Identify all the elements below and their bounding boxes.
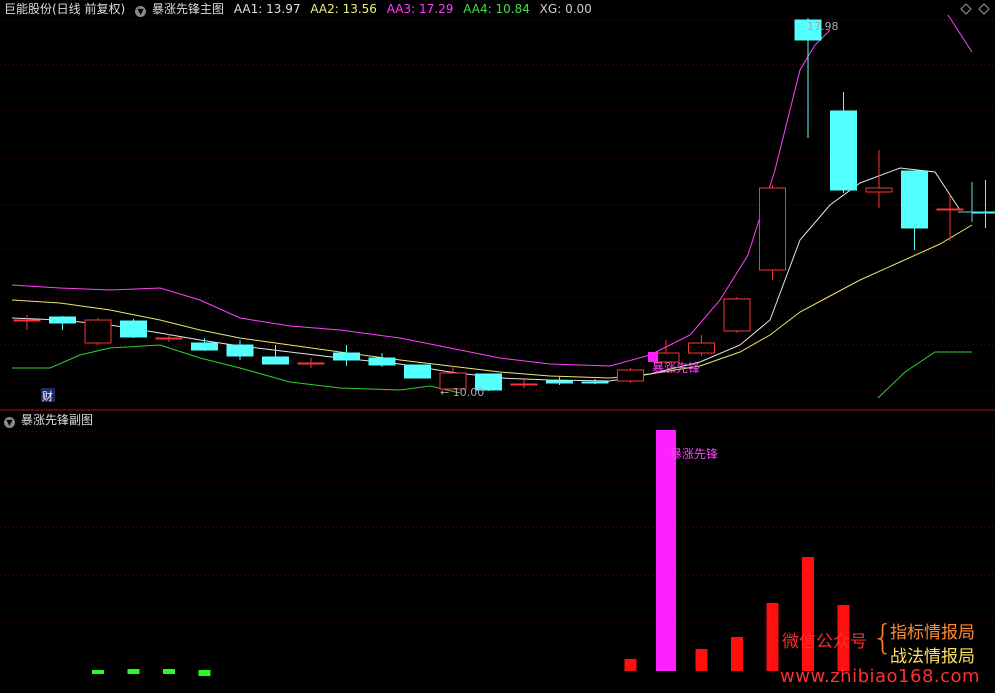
- aa3-readout: AA3: 17.29: [387, 2, 454, 16]
- aa2-value: 13.56: [342, 2, 377, 16]
- watermark-wechat: 微信公众号: [782, 632, 867, 652]
- chevron-down-icon[interactable]: ▼: [4, 417, 15, 428]
- low-price-label: ← 10.00: [440, 386, 484, 399]
- sub-indicator-name[interactable]: 暴涨先锋副图: [21, 413, 93, 427]
- aa4-line-right: [877, 351, 972, 399]
- candle-body: [936, 208, 964, 211]
- chevron-down-icon[interactable]: ▼: [135, 6, 147, 17]
- stock-title: 巨能股份(日线 前复权): [4, 2, 126, 16]
- histogram-bar: [163, 669, 175, 674]
- histogram-bar: [624, 659, 637, 671]
- diamond-icon-2[interactable]: [978, 3, 990, 15]
- main-header: 巨能股份(日线 前复权) ▼ 暴涨先锋主图 AA1: 13.97 AA2: 13.…: [4, 0, 598, 18]
- aa3-value: 17.29: [419, 2, 454, 16]
- histogram-bar: [731, 637, 743, 671]
- candle-body: [13, 319, 41, 322]
- main-grid: [0, 19, 995, 391]
- histogram-bar: [198, 670, 211, 676]
- candle-body: [49, 316, 76, 324]
- main-signal-label: 暴涨先锋: [652, 360, 700, 375]
- aa3-line: [11, 29, 831, 367]
- histogram-bar: [92, 670, 104, 674]
- aa3-label: AA3:: [386, 2, 416, 16]
- xg-readout: XG: 0.00: [540, 2, 592, 16]
- candle-body: [617, 369, 644, 382]
- diamond-icon[interactable]: [960, 3, 972, 15]
- aa1-readout: AA1: 13.97: [234, 2, 301, 16]
- histogram-bar: [695, 649, 708, 671]
- candle-body: [865, 187, 893, 193]
- candle-body: [830, 110, 857, 191]
- histogram-bar: [766, 603, 779, 671]
- candle-body: [404, 364, 431, 379]
- candle-body: [120, 320, 147, 338]
- watermark-line2: 战法情报局: [890, 647, 975, 667]
- candle-body: [297, 362, 325, 365]
- candle-body: [581, 381, 609, 384]
- histogram-bar: [127, 669, 140, 674]
- aa2-label: AA2:: [310, 2, 339, 16]
- sub-signal-label: 暴涨先锋: [670, 446, 718, 461]
- aa1-value: 13.97: [266, 2, 301, 16]
- sub-histogram: [92, 430, 850, 676]
- candle-body: [191, 342, 218, 351]
- aa2-line: [11, 224, 973, 379]
- histogram-bar: [802, 557, 814, 671]
- candle-body: [688, 342, 715, 354]
- aa3-line-tail: [947, 14, 973, 53]
- watermark-url[interactable]: www.zhibiao168.com: [780, 666, 980, 687]
- candle-body: [510, 383, 538, 386]
- high-price-label: 17.98: [807, 20, 839, 33]
- aa2-readout: AA2: 13.56: [310, 2, 377, 16]
- candle-body: [759, 187, 786, 271]
- main-indicator-name[interactable]: 暴涨先锋主图: [152, 2, 224, 16]
- candle-body: [226, 344, 254, 357]
- aa4-readout: AA4: 10.84: [463, 2, 530, 16]
- aa1-label: AA1:: [233, 2, 263, 16]
- histogram-bar: [656, 430, 676, 671]
- aa4-label: AA4:: [463, 2, 492, 16]
- candle-body: [333, 352, 360, 361]
- aa1-line: [11, 167, 961, 382]
- candle-body: [368, 357, 396, 366]
- candle-body: [155, 337, 183, 340]
- candle-body: [901, 170, 928, 229]
- candle-body: [262, 356, 289, 365]
- aa4-value: 10.84: [495, 2, 530, 16]
- watermark-line1: 指标情报局: [890, 623, 975, 643]
- candle-body: [84, 319, 112, 344]
- xg-label: XG:: [539, 2, 562, 16]
- candle-body: [723, 298, 751, 332]
- xg-value: 0.00: [565, 2, 592, 16]
- sub-grid: [0, 431, 995, 623]
- sub-header: ▼ 暴涨先锋副图: [4, 411, 99, 429]
- cai-badge-label: 财: [42, 389, 53, 403]
- chart-canvas[interactable]: 17.98 ← 10.00 财 暴涨先锋 暴涨先锋: [0, 0, 995, 693]
- candle-body: [546, 380, 573, 384]
